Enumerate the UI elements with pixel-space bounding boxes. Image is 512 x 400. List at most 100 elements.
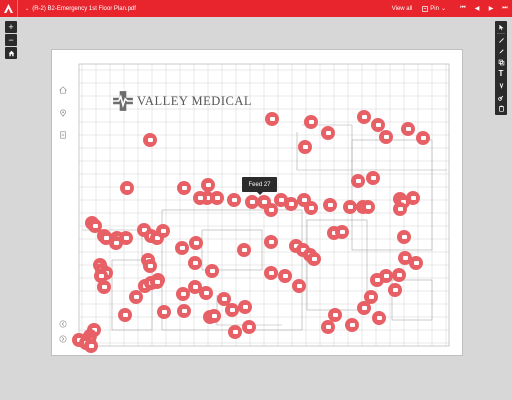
asset-pin[interactable] (345, 318, 359, 332)
asset-pin[interactable] (401, 122, 415, 136)
asset-pin[interactable] (321, 126, 335, 140)
asset-pin[interactable] (298, 140, 312, 154)
asset-pin[interactable] (150, 275, 164, 289)
asset-pin[interactable] (177, 304, 191, 318)
asset-pin[interactable] (238, 300, 252, 314)
brand-logo: VALLEY MEDICAL (112, 90, 252, 112)
asset-pin[interactable] (189, 236, 203, 250)
location-pin-icon[interactable] (59, 109, 67, 117)
asset-pin[interactable] (109, 236, 123, 250)
document-title: (R-2) B2-Emergency 1st Floor Plan.pdf (32, 5, 136, 12)
asset-pin[interactable] (323, 198, 337, 212)
text-icon: T (498, 69, 504, 79)
asset-pin[interactable] (372, 311, 386, 325)
asset-pin[interactable] (343, 200, 357, 214)
asset-pin[interactable] (97, 280, 111, 294)
asset-pin[interactable] (143, 259, 157, 273)
next-page-icon: ▶ (488, 6, 494, 12)
tooltip-text: Feed 27 (248, 181, 271, 188)
asset-pin[interactable] (199, 286, 213, 300)
chevron-right-icon[interactable] (59, 335, 67, 343)
right-toolbar: T (495, 21, 507, 116)
asset-pin[interactable] (406, 191, 420, 205)
asset-pin[interactable] (351, 174, 365, 188)
asset-pin[interactable] (205, 264, 219, 278)
chevron-left-icon[interactable] (59, 320, 67, 328)
first-page-button[interactable]: ⏮ (456, 0, 470, 17)
zoom-out-button[interactable]: − (5, 34, 17, 46)
document-title-dropdown[interactable]: ⌄ (R-2) B2-Emergency 1st Floor Plan.pdf (18, 6, 392, 12)
cursor-tool-button[interactable] (495, 22, 507, 34)
asset-pin[interactable] (284, 197, 298, 211)
paste-tool-button[interactable] (495, 102, 507, 115)
asset-pin[interactable] (264, 266, 278, 280)
asset-pin[interactable] (143, 133, 157, 147)
asset-pin[interactable] (242, 320, 256, 334)
asset-pin[interactable] (227, 193, 241, 207)
asset-pin[interactable] (416, 131, 430, 145)
asset-pin[interactable] (264, 203, 278, 217)
line-tool-button[interactable] (495, 34, 507, 46)
asset-pin[interactable] (357, 301, 371, 315)
asset-pin[interactable] (118, 308, 132, 322)
asset-pin[interactable] (304, 115, 318, 129)
asset-pin[interactable] (397, 230, 411, 244)
asset-pin[interactable] (357, 110, 371, 124)
asset-pin[interactable] (304, 201, 318, 215)
asset-pin[interactable] (175, 241, 189, 255)
asset-pin[interactable] (193, 191, 207, 205)
asset-pin[interactable] (366, 171, 380, 185)
line-icon (498, 37, 504, 43)
home-icon (8, 50, 14, 56)
home-button[interactable] (5, 47, 17, 59)
chevron-down-icon: ⌄ (25, 5, 30, 12)
asset-pin[interactable] (321, 320, 335, 334)
pencil-tool-button[interactable] (495, 45, 507, 58)
app-logo-icon[interactable] (0, 0, 18, 17)
last-page-button[interactable]: ⏭ (498, 0, 512, 17)
rotate-tool-button[interactable] (495, 79, 507, 92)
asset-pin[interactable] (177, 181, 191, 195)
first-page-icon: ⏮ (460, 5, 466, 11)
text-tool-button[interactable]: T (495, 68, 507, 80)
asset-pin[interactable] (265, 112, 279, 126)
copy-tool-button[interactable] (495, 57, 507, 69)
previous-page-icon: ◀ (474, 6, 480, 12)
asset-pin[interactable] (307, 252, 321, 266)
asset-pin[interactable] (292, 279, 306, 293)
asset-pin[interactable] (188, 256, 202, 270)
view-all-button[interactable]: View all (392, 6, 413, 12)
pin-tooltip: Feed 27 (242, 177, 277, 195)
previous-page-button[interactable]: ◀ (470, 0, 484, 17)
asset-pin[interactable] (335, 225, 349, 239)
asset-pin[interactable] (388, 283, 402, 297)
rotate-icon (499, 83, 503, 90)
asset-pin[interactable] (84, 339, 98, 353)
asset-pin[interactable] (264, 235, 278, 249)
asset-pin[interactable] (207, 309, 221, 323)
asset-pin[interactable] (392, 268, 406, 282)
brand-name: VALLEY MEDICAL (137, 93, 252, 108)
asset-pin[interactable] (379, 130, 393, 144)
document-icon[interactable] (59, 131, 67, 139)
asset-pin[interactable] (409, 256, 423, 270)
asset-pin[interactable] (393, 202, 407, 216)
asset-pin[interactable] (228, 325, 242, 339)
asset-pin[interactable] (120, 181, 134, 195)
asset-pin[interactable] (370, 273, 384, 287)
asset-pin[interactable] (217, 292, 231, 306)
next-page-button[interactable]: ▶ (484, 0, 498, 17)
asset-pin[interactable] (157, 305, 171, 319)
asset-pin[interactable] (201, 178, 215, 192)
home-icon[interactable] (59, 86, 67, 94)
medical-cross-icon (113, 91, 133, 111)
link-tool-button[interactable] (495, 91, 507, 103)
floor-plan-page[interactable]: VALLEY MEDICAL Feed 27 (51, 49, 463, 356)
asset-pin[interactable] (237, 243, 251, 257)
asset-pin[interactable] (278, 269, 292, 283)
asset-pin[interactable] (210, 191, 224, 205)
asset-pin[interactable] (156, 224, 170, 238)
asset-pin[interactable] (361, 200, 375, 214)
zoom-in-button[interactable]: + (5, 21, 17, 33)
pin-dropdown[interactable]: Pin ⌄ (422, 5, 446, 12)
